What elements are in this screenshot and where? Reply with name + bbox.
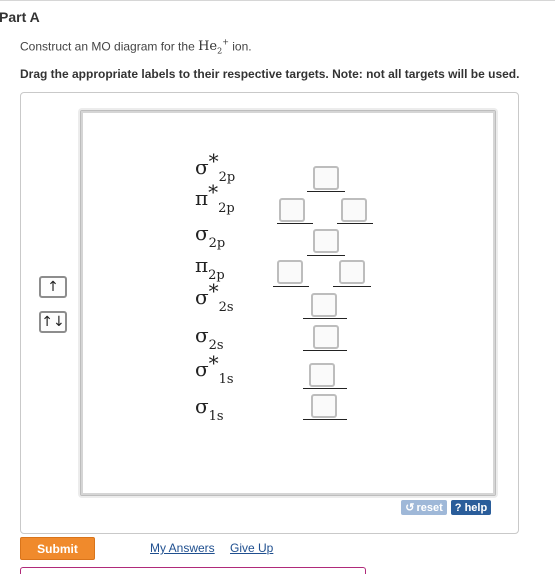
energy-level-line xyxy=(303,350,347,351)
orbital-label-sigma-2s: σ2s xyxy=(195,323,224,353)
drop-target-pi-star-2p-b[interactable] xyxy=(341,198,367,222)
formula-base: He xyxy=(198,39,218,55)
drop-target-sigma-star-2s[interactable] xyxy=(311,293,337,317)
energy-level-line xyxy=(303,419,347,420)
reset-button[interactable]: ↺ reset xyxy=(401,500,447,515)
top-divider xyxy=(0,0,555,1)
orbital-label-sigma-1s: σ1s xyxy=(195,394,224,424)
drop-target-pi-star-2p-a[interactable] xyxy=(279,198,305,222)
drop-target-pi-2p-a[interactable] xyxy=(277,260,303,284)
energy-level-line xyxy=(333,286,371,287)
drop-target-sigma-2p[interactable] xyxy=(313,229,339,253)
orbital-label-sigma-2p: σ2p xyxy=(195,221,226,251)
energy-level-line xyxy=(303,318,347,319)
drop-target-sigma-star-1s[interactable] xyxy=(309,363,335,387)
label-tile-paired-arrows[interactable]: ↑↓ xyxy=(39,311,67,333)
label-tile-single-arrow[interactable]: ↑ xyxy=(39,276,67,298)
orbital-label-pi-2p: π2p xyxy=(195,253,225,283)
formula: He2+ xyxy=(198,38,229,56)
energy-level-line xyxy=(277,223,313,224)
energy-level-line xyxy=(337,223,373,224)
energy-level-line xyxy=(307,191,345,192)
orbital-label-sigma-star-1s: σ*1s xyxy=(195,351,234,387)
help-button[interactable]: ? help xyxy=(451,500,491,515)
instruction-after: ion. xyxy=(228,39,252,54)
reset-icon: ↺ xyxy=(405,502,415,514)
feedback-panel-edge xyxy=(20,567,366,574)
drop-target-sigma-star-2p[interactable] xyxy=(313,166,339,190)
mo-diagram-canvas: σ*2p π*2p σ2p π2p σ*2s σ2s σ*1s σ1s xyxy=(80,110,496,496)
formula-superscript: + xyxy=(222,38,229,47)
orbital-label-sigma-star-2s: σ*2s xyxy=(195,279,234,315)
orbital-label-pi-star-2p: π*2p xyxy=(195,180,235,216)
energy-level-line xyxy=(307,255,345,256)
energy-level-line xyxy=(273,286,309,287)
submit-button[interactable]: Submit xyxy=(20,537,95,560)
instruction-before: Construct an MO diagram for the xyxy=(20,39,199,54)
drop-target-pi-2p-b[interactable] xyxy=(339,260,365,284)
drag-instruction: Drag the appropriate labels to their res… xyxy=(20,67,520,81)
my-answers-link[interactable]: My Answers xyxy=(150,541,215,555)
energy-level-line xyxy=(303,388,347,389)
give-up-link[interactable]: Give Up xyxy=(230,541,273,555)
orbital-label-sigma-star-2p: σ*2p xyxy=(195,149,236,185)
instruction-text: Construct an MO diagram for the He2+ ion… xyxy=(20,38,252,56)
drop-target-sigma-1s[interactable] xyxy=(311,394,337,418)
part-title: Part A xyxy=(0,9,40,25)
reset-label: reset xyxy=(416,501,443,514)
drag-drop-workarea: ↑ ↑↓ σ*2p π*2p σ2p π2p σ*2s σ2s σ*1s σ1s xyxy=(20,92,519,534)
drop-target-sigma-2s[interactable] xyxy=(313,325,339,349)
formula-subscript: 2 xyxy=(217,46,223,56)
